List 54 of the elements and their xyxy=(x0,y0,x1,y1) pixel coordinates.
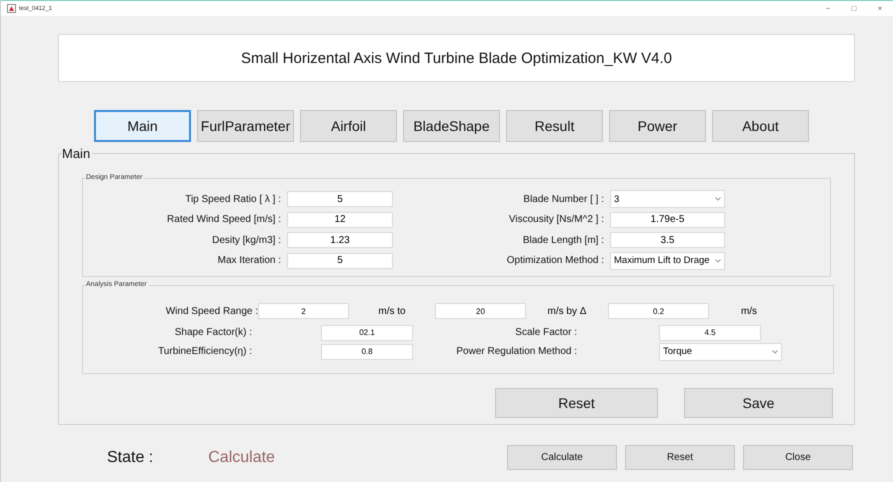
input-field[interactable]: 1.23 xyxy=(287,232,393,248)
dropdown[interactable]: Maximum Lift to Drage xyxy=(610,252,725,270)
input-field[interactable]: 02.1 xyxy=(321,324,413,340)
input-field[interactable]: 5 xyxy=(287,191,393,208)
dropdown[interactable]: 3 xyxy=(610,190,725,208)
maximize-button[interactable]: □ xyxy=(841,4,867,13)
field-label: Scale Factor : xyxy=(514,327,578,338)
state-value: Calculate xyxy=(208,448,275,466)
field-label: Shape Factor(k) : xyxy=(174,327,253,338)
action-button[interactable]: Reset xyxy=(625,445,735,470)
field-label: Rated Wind Speed [m/s] : xyxy=(166,214,282,226)
tab[interactable]: About xyxy=(712,110,809,142)
tab[interactable]: Airfoil xyxy=(300,110,397,142)
field-label: Optimization Method : xyxy=(506,255,605,266)
field-label: Viscousity [Ns/M^2 ] : xyxy=(508,214,605,226)
field-label: Blade Number [ ] : xyxy=(522,194,605,205)
tab[interactable]: Result xyxy=(506,110,603,142)
field-label: Wind Speed Range : xyxy=(164,306,258,316)
close-button[interactable]: × xyxy=(867,4,893,13)
save-button[interactable]: Save xyxy=(684,388,833,418)
caret-icon xyxy=(772,350,778,354)
input-field[interactable]: 0.8 xyxy=(321,344,413,360)
tab[interactable]: Main xyxy=(94,110,191,142)
caret-icon xyxy=(715,197,721,202)
input-field[interactable]: 2 xyxy=(258,303,349,319)
state-label: State : xyxy=(107,448,154,466)
field-label: TurbineEfficiency(η) : xyxy=(157,346,253,357)
input-field[interactable]: 3.5 xyxy=(610,232,725,248)
unit-label: m/s xyxy=(740,306,758,316)
field-label: Blade Length [m] : xyxy=(522,234,605,246)
tab[interactable]: Power xyxy=(609,110,706,142)
input-field[interactable]: 20 xyxy=(435,303,526,319)
panel-title: Main xyxy=(62,146,92,161)
action-button[interactable]: Calculate xyxy=(507,445,617,470)
unit-label: m/s to xyxy=(377,306,407,316)
tab[interactable]: FurlParameter xyxy=(197,110,294,142)
input-field[interactable]: 0.2 xyxy=(608,303,709,319)
input-field[interactable]: 1.79e-5 xyxy=(610,212,725,228)
input-field[interactable]: 12 xyxy=(287,212,393,228)
input-field[interactable]: 4.5 xyxy=(659,324,761,340)
unit-label: m/s by Δ xyxy=(546,306,588,316)
field-label: Tip Speed Ratio [ λ ] : xyxy=(184,194,282,205)
field-label: Power Regulation Method : xyxy=(455,346,578,357)
field-label: Max Iteration : xyxy=(216,255,282,266)
action-button[interactable]: Close xyxy=(743,445,853,470)
reset-button[interactable]: Reset xyxy=(495,388,658,418)
caret-icon xyxy=(715,258,721,263)
app-title: Small Horizental Axis Wind Turbine Blade Optimization_KW V4.0 xyxy=(58,34,855,82)
input-field[interactable]: 5 xyxy=(287,252,393,269)
minimize-button[interactable]: − xyxy=(815,4,841,13)
field-label: Desity [kg/m3] : xyxy=(211,234,282,246)
app-icon xyxy=(7,4,16,13)
tab[interactable]: BladeShape xyxy=(403,110,500,142)
dropdown[interactable]: Torque xyxy=(659,342,782,360)
